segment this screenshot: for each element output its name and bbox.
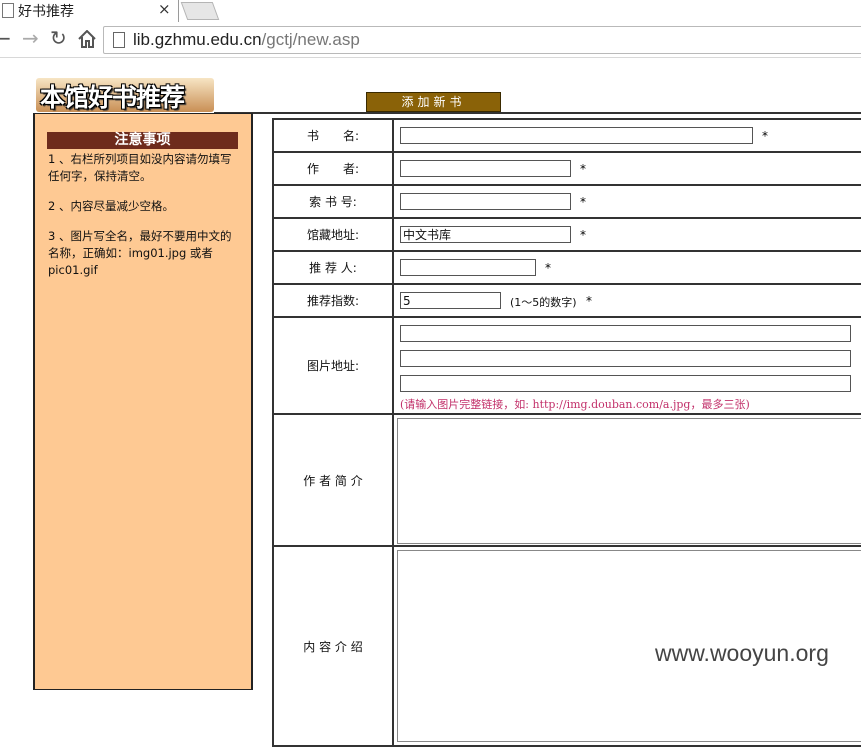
image-input-3[interactable]: [400, 375, 851, 392]
required-mark: *: [580, 195, 586, 209]
url-host: lib.gzhmu.edu.cn: [133, 30, 262, 49]
rating-label: 推荐指数:: [273, 284, 393, 317]
notice-sidebar: 注意事项 1 、右栏所列项目如没内容请勿填写任何字，保持清空。 2 、内容尽量减…: [33, 113, 253, 690]
back-icon[interactable]: ←: [0, 28, 11, 48]
chrome-divider: [0, 57, 861, 58]
image-input-1[interactable]: [400, 325, 851, 342]
location-cell: 中文书库 *: [393, 218, 861, 251]
note-item: 1 、右栏所列项目如没内容请勿填写任何字，保持清空。: [48, 151, 238, 185]
author-input[interactable]: [400, 160, 571, 177]
note-item: 2 、内容尽量减少空格。: [48, 198, 238, 215]
title-label: 书 名:: [273, 119, 393, 152]
title-cell: *: [393, 119, 861, 152]
callno-cell: *: [393, 185, 861, 218]
home-icon[interactable]: [78, 30, 96, 48]
callno-label: 索 书 号:: [273, 185, 393, 218]
required-mark: *: [762, 129, 768, 143]
recommender-input[interactable]: [400, 259, 536, 276]
required-mark: *: [580, 162, 586, 176]
watermark: www.wooyun.org: [655, 640, 829, 667]
content-intro-label: 内 容 介 绍: [273, 546, 393, 746]
reload-icon[interactable]: ↻: [50, 28, 67, 48]
rating-input[interactable]: 5: [400, 292, 501, 309]
rating-hint: (1～5的数字): [510, 294, 577, 310]
form-row-author-intro: 作 者 简 介: [273, 414, 861, 546]
url-text[interactable]: lib.gzhmu.edu.cn/gctj/new.asp: [133, 30, 360, 50]
location-label: 馆藏地址:: [273, 218, 393, 251]
form-row-image: 图片地址: (请输入图片完整链接，如: http://img.douban.co…: [273, 317, 861, 414]
author-label: 作 者:: [273, 152, 393, 185]
logo-text: 本馆好书推荐: [40, 78, 184, 114]
navigation-bar: ← → ↻ lib.gzhmu.edu.cn/gctj/new.asp: [0, 22, 861, 57]
address-bar[interactable]: lib.gzhmu.edu.cn/gctj/new.asp: [103, 26, 861, 54]
image-hint: (请输入图片完整链接，如: http://img.douban.com/a.jp…: [400, 396, 750, 412]
form-row-author: 作 者: *: [273, 152, 861, 185]
required-mark: *: [586, 294, 592, 308]
image-input-2[interactable]: [400, 350, 851, 367]
page-icon: [113, 32, 125, 48]
tab-title: 好书推荐: [18, 1, 74, 21]
forward-icon[interactable]: →: [22, 28, 39, 48]
browser-tab[interactable]: 好书推荐 ×: [0, 0, 179, 22]
form-row-rating: 推荐指数: 5 (1～5的数字) *: [273, 284, 861, 317]
recommender-label: 推 荐 人:: [273, 251, 393, 284]
tab-strip: 好书推荐 ×: [0, 0, 861, 22]
author-intro-cell: [393, 414, 861, 546]
author-intro-label: 作 者 简 介: [273, 414, 393, 546]
author-intro-textarea[interactable]: [397, 418, 861, 544]
form-row-location: 馆藏地址: 中文书库 *: [273, 218, 861, 251]
close-tab-icon[interactable]: ×: [158, 0, 171, 18]
callno-input[interactable]: [400, 193, 571, 210]
required-mark: *: [580, 228, 586, 242]
new-tab-button[interactable]: [181, 2, 220, 20]
form-row-callno: 索 书 号: *: [273, 185, 861, 218]
note-item: 3 、图片写全名，最好不要用中文的名称，正确如：img01.jpg 或者 pic…: [48, 228, 238, 279]
location-input[interactable]: 中文书库: [400, 226, 571, 243]
form-row-recommender: 推 荐 人: *: [273, 251, 861, 284]
image-cell: (请输入图片完整链接，如: http://img.douban.com/a.jp…: [393, 317, 861, 414]
site-logo: 本馆好书推荐: [36, 78, 214, 112]
header-rule: [214, 112, 861, 114]
notice-title: 注意事项: [47, 132, 238, 149]
title-input[interactable]: [400, 127, 753, 144]
form-row-title: 书 名: *: [273, 119, 861, 152]
url-path: /gctj/new.asp: [262, 30, 360, 49]
add-new-book-button[interactable]: 添加新书: [366, 92, 501, 112]
author-cell: *: [393, 152, 861, 185]
required-mark: *: [545, 261, 551, 275]
image-label: 图片地址:: [273, 317, 393, 414]
recommender-cell: *: [393, 251, 861, 284]
page-favicon-icon: [2, 3, 14, 18]
rating-cell: 5 (1～5的数字) *: [393, 284, 861, 317]
